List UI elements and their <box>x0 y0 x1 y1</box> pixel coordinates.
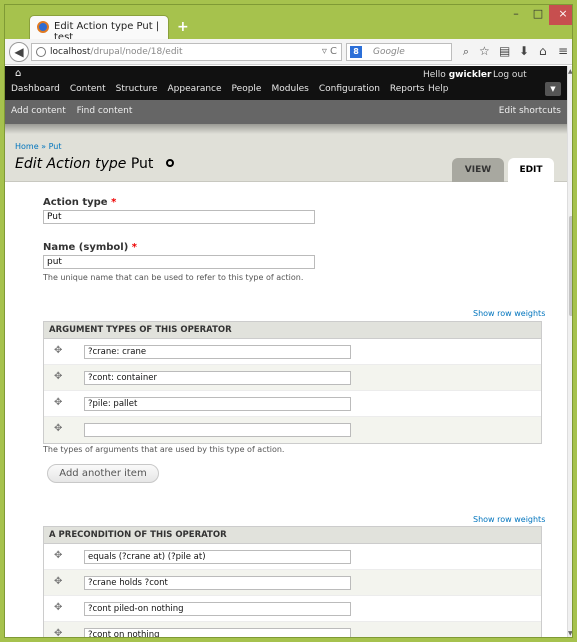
menu-item-content[interactable]: Content <box>70 84 106 94</box>
menu-item-help[interactable]: Help <box>428 84 449 94</box>
hello-text: Hello <box>423 70 446 80</box>
table-row: ✥ ?cont piled-on nothing <box>44 596 541 622</box>
close-button[interactable]: × <box>549 5 572 25</box>
drag-handle-icon[interactable]: ✥ <box>54 576 62 587</box>
username[interactable]: gwickler <box>449 70 492 80</box>
show-row-weights-link[interactable]: Show row weights <box>473 309 545 318</box>
table-row: ✥ ?crane holds ?cont <box>44 570 541 596</box>
house-icon[interactable]: ⌂ <box>15 68 21 79</box>
scroll-up-icon[interactable]: ▲ <box>568 68 572 75</box>
argument-input[interactable]: ?pile: pallet <box>84 397 351 411</box>
shortcut-add-content[interactable]: Add content <box>11 106 66 116</box>
argument-input[interactable]: ?cont: container <box>84 371 351 385</box>
page-title-prefix: Edit Action type <box>15 156 127 172</box>
admin-menu: Dashboard Content Structure Appearance P… <box>11 84 434 94</box>
back-button[interactable]: ◀ <box>9 42 29 62</box>
logout-link[interactable]: Log out <box>493 70 527 80</box>
table-row: ✥ ?crane: crane <box>44 339 541 365</box>
drag-handle-icon[interactable]: ✥ <box>54 602 62 613</box>
edit-shortcuts-link[interactable]: Edit shortcuts <box>499 106 561 116</box>
table-header: A PRECONDITION OF THIS OPERATOR <box>44 527 541 544</box>
minimize-button[interactable]: – <box>505 5 527 25</box>
drag-handle-icon[interactable]: ✥ <box>54 550 62 561</box>
bookmark-star-icon[interactable]: ☆ <box>479 44 490 58</box>
name-symbol-label: Name (symbol) * <box>43 242 138 253</box>
bookmarks-list-icon[interactable]: ▤ <box>499 44 510 58</box>
main-content: Action type * Put Name (symbol) * put Th… <box>5 183 567 637</box>
menu-item-people[interactable]: People <box>232 84 262 94</box>
reload-icon[interactable]: ▿ C <box>322 44 337 60</box>
arguments-description: The types of arguments that are used by … <box>43 445 285 454</box>
table-row: ✥ equals (?crane at) (?pile at) <box>44 544 541 570</box>
page-title: Edit Action type Put <box>15 156 174 172</box>
menu-item-dashboard[interactable]: Dashboard <box>11 84 60 94</box>
url-path: /drupal/node/18/edit <box>90 47 183 57</box>
user-greeting: Hello gwickler <box>423 70 491 80</box>
name-description: The unique name that can be used to refe… <box>43 273 304 282</box>
shortcut-find-content[interactable]: Find content <box>77 106 133 116</box>
drag-handle-icon[interactable]: ✥ <box>54 423 62 434</box>
download-icon[interactable]: ⬇ <box>519 44 529 58</box>
table-row: ✥ ?cont on nothing <box>44 622 541 637</box>
menu-item-modules[interactable]: Modules <box>271 84 308 94</box>
browser-tab[interactable]: Edit Action type Put | test <box>29 15 169 43</box>
precondition-input[interactable]: ?cont on nothing <box>84 628 351 637</box>
breadcrumb[interactable]: Home » Put <box>15 142 62 151</box>
home-icon[interactable]: ⌂ <box>539 44 547 58</box>
drag-handle-icon[interactable]: ✥ <box>54 397 62 408</box>
url-host: localhost <box>50 47 91 57</box>
browser-window: Edit Action type Put | test + – □ × ◀ lo… <box>4 4 573 638</box>
menu-icon[interactable]: ≡ <box>558 44 568 58</box>
page-title-name: Put <box>130 156 154 172</box>
tab-view[interactable]: VIEW <box>452 158 504 182</box>
search-engine-icon[interactable]: 8 <box>350 46 362 58</box>
shortcuts-bar: Add content Find content Edit shortcuts <box>5 100 567 124</box>
menu-item-structure[interactable]: Structure <box>116 84 158 94</box>
preconditions-table: A PRECONDITION OF THIS OPERATOR ✥ equals… <box>43 526 542 637</box>
tab-edit[interactable]: EDIT <box>508 158 554 182</box>
page-header: Home » Put Edit Action type Put VIEW EDI… <box>5 124 567 182</box>
precondition-input[interactable]: equals (?crane at) (?pile at) <box>84 550 351 564</box>
menu-item-appearance[interactable]: Appearance <box>168 84 222 94</box>
search-icon[interactable]: ⌕ <box>463 44 469 60</box>
admin-toolbar: ⌂ Dashboard Content Structure Appearance… <box>5 66 567 100</box>
navigation-bar: ◀ localhost/drupal/node/18/edit ▿ C 8 Go… <box>5 39 572 65</box>
argument-input[interactable]: ?crane: crane <box>84 345 351 359</box>
maximize-button[interactable]: □ <box>527 5 549 25</box>
table-header: ARGUMENT TYPES OF THIS OPERATOR <box>44 322 541 339</box>
search-input[interactable]: 8 Google ⌕ <box>346 43 469 61</box>
drag-handle-icon[interactable]: ✥ <box>54 345 62 356</box>
precondition-input[interactable]: ?crane holds ?cont <box>84 576 351 590</box>
name-symbol-field[interactable]: put <box>43 255 315 269</box>
contextual-links-icon[interactable] <box>165 159 174 167</box>
url-bar[interactable]: localhost/drupal/node/18/edit ▿ C <box>31 43 342 61</box>
scrollbar-thumb[interactable] <box>569 216 572 316</box>
table-row: ✥ ?pile: pallet <box>44 391 541 417</box>
firefox-icon <box>37 21 49 33</box>
menu-item-configuration[interactable]: Configuration <box>319 84 380 94</box>
argument-input[interactable] <box>84 423 351 437</box>
new-tab-button[interactable]: + <box>177 19 189 35</box>
primary-tabs: VIEW EDIT <box>452 158 554 182</box>
action-type-label: Action type * <box>43 197 117 208</box>
scroll-down-icon[interactable]: ▼ <box>568 630 572 637</box>
table-row: ✥ <box>44 417 541 443</box>
table-row: ✥ ?cont: container <box>44 365 541 391</box>
globe-icon <box>36 47 46 57</box>
shortcuts-toggle-icon[interactable]: ▼ <box>545 82 561 96</box>
title-bar: Edit Action type Put | test + – □ × <box>5 5 572 43</box>
vertical-scrollbar[interactable]: ▲ ▼ <box>567 66 572 637</box>
add-another-item-button[interactable]: Add another item <box>47 464 159 483</box>
show-row-weights-link[interactable]: Show row weights <box>473 515 545 524</box>
action-type-field[interactable]: Put <box>43 210 315 224</box>
precondition-input[interactable]: ?cont piled-on nothing <box>84 602 351 616</box>
argument-types-table: ARGUMENT TYPES OF THIS OPERATOR ✥ ?crane… <box>43 321 542 444</box>
menu-item-reports[interactable]: Reports <box>390 84 425 94</box>
drag-handle-icon[interactable]: ✥ <box>54 628 62 637</box>
drag-handle-icon[interactable]: ✥ <box>54 371 62 382</box>
search-placeholder: Google <box>373 47 405 57</box>
